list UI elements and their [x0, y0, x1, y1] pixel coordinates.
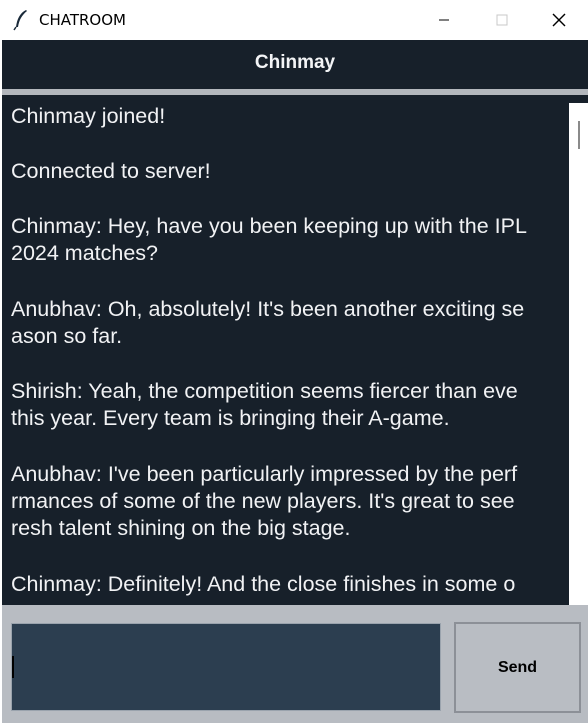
- chat-message: Anubhav: I've been particularly impresse…: [11, 461, 569, 542]
- message-line: this year. Every team is bringing their …: [11, 406, 450, 430]
- minimize-button[interactable]: [415, 0, 473, 40]
- send-button[interactable]: Send: [454, 622, 581, 713]
- title-bar: CHATROOM: [0, 0, 588, 40]
- message-line: Anubhav: Oh, absolutely! It's been anoth…: [11, 297, 525, 321]
- message-line: resh talent shining on the big stage.: [11, 516, 351, 540]
- chat-message: Chinmay: Hey, have you been keeping up w…: [11, 213, 569, 267]
- maximize-button[interactable]: [473, 0, 531, 40]
- chat-scrollbar[interactable]: [569, 103, 588, 600]
- close-button[interactable]: [530, 0, 588, 40]
- username-label: Chinmay: [254, 52, 336, 73]
- message-line: Connected to server!: [11, 159, 211, 183]
- chat-message: Connected to server!: [11, 158, 569, 185]
- message-line: Chinmay joined!: [11, 104, 166, 128]
- message-line: Anubhav: I've been particularly impresse…: [11, 462, 518, 486]
- message-line: ason so far.: [11, 324, 123, 348]
- message-line: 2024 matches?: [11, 241, 159, 265]
- chat-header: Chinmay: [2, 40, 588, 89]
- chat-message: Shirish: Yeah, the competition seems fie…: [11, 378, 569, 432]
- message-line: Chinmay: Hey, have you been keeping up w…: [11, 214, 527, 238]
- send-button-label: Send: [497, 658, 538, 676]
- minimize-icon: [439, 19, 449, 21]
- message-line: rmances of some of the new players. It's…: [11, 489, 515, 513]
- chat-message: Anubhav: Oh, absolutely! It's been anoth…: [11, 296, 569, 350]
- chat-log[interactable]: Chinmay joined! Connected to server! Chi…: [2, 95, 569, 605]
- text-caret: [12, 656, 14, 678]
- message-input[interactable]: [11, 623, 441, 711]
- feather-icon: [13, 10, 27, 31]
- chat-message: Chinmay joined!: [11, 103, 569, 130]
- scrollbar-gap: [569, 95, 588, 103]
- chat-message: Chinmay: Definitely! And the close finis…: [11, 571, 569, 598]
- message-line: Shirish: Yeah, the competition seems fie…: [11, 379, 518, 403]
- close-icon: [552, 13, 566, 27]
- message-line: Chinmay: Definitely! And the close finis…: [11, 572, 516, 596]
- scrollbar-thumb[interactable]: [578, 121, 580, 149]
- window-title: CHATROOM: [39, 11, 126, 29]
- maximize-icon: [496, 14, 508, 26]
